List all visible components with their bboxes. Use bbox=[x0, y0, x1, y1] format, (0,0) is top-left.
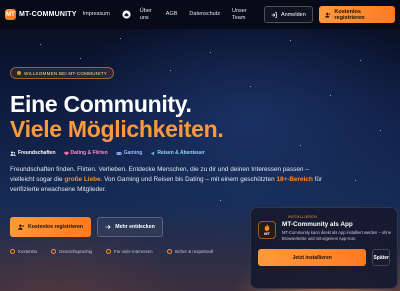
register-button[interactable]: Kostenlos registrieren bbox=[318, 6, 395, 23]
headline-line-1: Eine Community. bbox=[10, 91, 192, 117]
nav-links: Impressum Über uns AGB Datenschutz Unser… bbox=[83, 8, 264, 21]
nav-link-impressum[interactable]: Impressum bbox=[83, 11, 110, 18]
nav-link-ueber-uns[interactable]: Über uns bbox=[140, 8, 154, 21]
logo[interactable]: MT MT-COMMUNITY bbox=[5, 9, 81, 20]
feature-item: Kostenlos bbox=[10, 249, 37, 254]
feature-item: Für viele Interessen bbox=[106, 249, 153, 254]
badge-label: WILLKOMMEN BEI MT-COMMUNITY bbox=[24, 70, 107, 76]
login-label: Anmelden bbox=[281, 11, 306, 18]
install-card-content: MT-Community als App MT-Community kann d… bbox=[282, 221, 392, 241]
login-button[interactable]: Anmelden bbox=[264, 6, 313, 23]
check-icon bbox=[51, 249, 57, 254]
nav-link-unser-team[interactable]: Unser Team bbox=[232, 8, 252, 21]
feature-item: Deutschsprachig bbox=[51, 249, 92, 254]
feature-item: Sicher & respektvoll bbox=[166, 249, 214, 254]
arrow-right-icon bbox=[105, 224, 111, 230]
interest-tags: Freundschaften Dating & Flirten Gaming R… bbox=[10, 150, 205, 156]
user-plus-icon bbox=[18, 224, 24, 230]
desc-highlight-love: große Liebe bbox=[64, 176, 101, 183]
logo-text: MT-COMMUNITY bbox=[19, 11, 77, 18]
check-icon bbox=[166, 249, 172, 254]
logo-mark-icon: MT bbox=[5, 9, 16, 20]
feature-label: Sicher & respektvoll bbox=[174, 249, 214, 254]
feature-label: Deutschsprachig bbox=[59, 249, 92, 254]
check-icon bbox=[106, 249, 111, 254]
register-label: Kostenlos registrieren bbox=[334, 8, 365, 21]
nav-link-agb[interactable]: AGB bbox=[166, 11, 178, 18]
install-card-title: MT-Community als App bbox=[282, 221, 353, 228]
top-navigation: MT MT-COMMUNITY Impressum Über uns AGB D… bbox=[0, 0, 400, 29]
tag-reisen: Reisen & Abenteuer bbox=[150, 150, 205, 156]
tag-label: Reisen & Abenteuer bbox=[157, 150, 205, 156]
flame-icon bbox=[264, 224, 270, 231]
discover-more-button[interactable]: Mehr entdecken bbox=[97, 217, 163, 237]
badge-dot-icon bbox=[17, 71, 21, 75]
cta-register-label: Kostenlos registrieren bbox=[27, 224, 84, 230]
login-icon bbox=[271, 11, 277, 18]
gamepad-icon bbox=[116, 151, 122, 155]
tag-label: Dating & Flirten bbox=[70, 150, 108, 156]
feature-list: Kostenlos Deutschsprachig Für viele Inte… bbox=[10, 249, 213, 254]
check-icon bbox=[10, 249, 15, 254]
tag-gaming: Gaming bbox=[116, 150, 143, 156]
later-button[interactable]: Später bbox=[372, 249, 390, 266]
app-icon: MT bbox=[258, 221, 276, 239]
tag-label: Freundschaften bbox=[18, 150, 56, 156]
welcome-badge: WILLKOMMEN BEI MT-COMMUNITY bbox=[10, 67, 114, 79]
nav-link-datenschutz[interactable]: Datenschutz bbox=[189, 11, 220, 18]
tag-dating: Dating & Flirten bbox=[63, 150, 108, 156]
app-icon-text: MT bbox=[264, 231, 270, 236]
install-card-body: MT MT-Community als App MT-Community kan… bbox=[258, 221, 392, 241]
hero-description: Freundschaften finden. Flirten. Verliebe… bbox=[10, 165, 325, 195]
feature-label: Für viele Interessen bbox=[114, 249, 153, 254]
install-app-card: INSTALLIEREN MT MT-Community als App MT-… bbox=[250, 207, 398, 289]
home-icon[interactable] bbox=[122, 10, 131, 19]
users-icon bbox=[10, 151, 16, 156]
nav-actions: Anmelden Kostenlos registrieren bbox=[264, 6, 395, 23]
install-card-buttons: Jetzt installieren Später bbox=[258, 249, 390, 266]
plane-icon bbox=[150, 151, 155, 155]
heart-icon bbox=[63, 151, 69, 155]
desc-highlight-18plus: 18+-Bereich bbox=[276, 176, 313, 183]
install-now-button[interactable]: Jetzt installieren bbox=[258, 249, 367, 266]
user-plus-icon bbox=[325, 12, 331, 18]
headline-line-2: Viele Möglichkeiten. bbox=[10, 116, 224, 142]
install-card-label: INSTALLIEREN bbox=[288, 215, 317, 219]
cta-register-button[interactable]: Kostenlos registrieren bbox=[10, 217, 91, 237]
discover-more-label: Mehr entdecken bbox=[115, 224, 155, 230]
install-card-text: MT-Community kann direkt als App install… bbox=[282, 230, 391, 241]
tag-label: Gaming bbox=[123, 150, 143, 156]
tag-freundschaften: Freundschaften bbox=[10, 150, 56, 156]
desc-text: . Von Gaming und Reisen bis Dating – mit… bbox=[100, 176, 277, 183]
feature-label: Kostenlos bbox=[18, 249, 38, 254]
